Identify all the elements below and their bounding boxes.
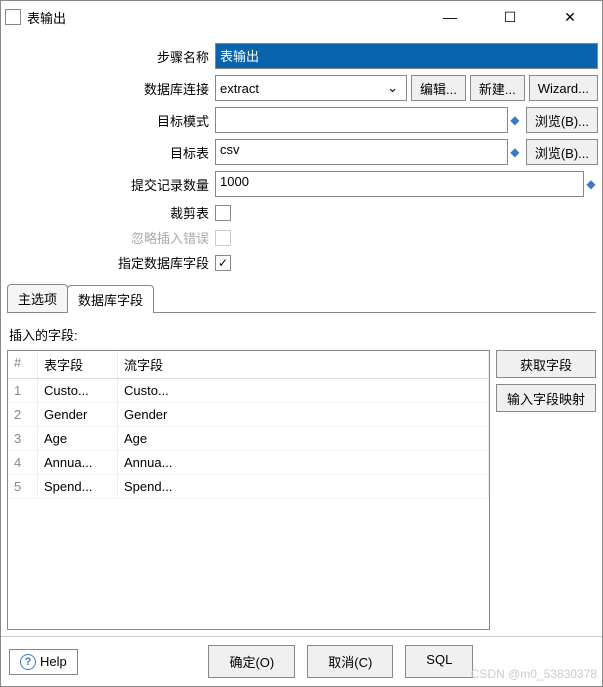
new-conn-button[interactable]: 新建... bbox=[470, 75, 525, 101]
wizard-button[interactable]: Wizard... bbox=[529, 75, 598, 101]
stream-field-cell[interactable]: Custo... bbox=[118, 379, 489, 402]
db-conn-value: extract bbox=[220, 81, 383, 96]
table-body: 1Custo...Custo...2GenderGender3AgeAge4An… bbox=[8, 379, 489, 499]
row-number: 2 bbox=[8, 403, 38, 426]
form-area: 步骤名称 表输出 数据库连接 extract ⌄ 编辑... 新建... Wiz… bbox=[1, 33, 602, 284]
col-table-field-header: 表字段 bbox=[38, 351, 118, 378]
target-table-input[interactable]: csv bbox=[215, 139, 508, 165]
col-stream-field-header: 流字段 bbox=[118, 351, 489, 378]
help-button[interactable]: ? Help bbox=[9, 649, 78, 675]
dialog-content: 步骤名称 表输出 数据库连接 extract ⌄ 编辑... 新建... Wiz… bbox=[1, 33, 602, 686]
tab-bar: 主选项 数据库字段 bbox=[7, 284, 596, 313]
dialog-footer: ? Help 确定(O) 取消(C) SQL bbox=[1, 636, 602, 686]
step-name-input[interactable]: 表输出 bbox=[215, 43, 598, 69]
truncate-checkbox[interactable] bbox=[215, 205, 231, 221]
cancel-button[interactable]: 取消(C) bbox=[307, 645, 393, 678]
row-number: 5 bbox=[8, 475, 38, 498]
help-label: Help bbox=[40, 654, 67, 669]
target-schema-input[interactable] bbox=[215, 107, 508, 133]
table-row[interactable]: 2GenderGender bbox=[8, 403, 489, 427]
db-conn-select[interactable]: extract ⌄ bbox=[215, 75, 407, 101]
browse-schema-button[interactable]: 浏览(B)... bbox=[526, 107, 598, 133]
variable-icon[interactable]: ◆ bbox=[508, 145, 522, 159]
step-name-value: 表输出 bbox=[220, 49, 259, 64]
enter-field-mapping-button[interactable]: 输入字段映射 bbox=[496, 384, 596, 412]
tab-panel-db-fields: 插入的字段: # 表字段 流字段 1Custo...Custo...2Gende… bbox=[7, 319, 596, 630]
window-title: 表输出 bbox=[27, 8, 432, 27]
edit-conn-button[interactable]: 编辑... bbox=[411, 75, 466, 101]
table-header: # 表字段 流字段 bbox=[8, 351, 489, 379]
table-field-cell[interactable]: Spend... bbox=[38, 475, 118, 498]
chevron-down-icon: ⌄ bbox=[383, 80, 402, 96]
table-field-cell[interactable]: Age bbox=[38, 427, 118, 450]
table-row[interactable]: 5Spend...Spend... bbox=[8, 475, 489, 499]
side-buttons: 获取字段 输入字段映射 bbox=[496, 350, 596, 630]
table-field-cell[interactable]: Gender bbox=[38, 403, 118, 426]
variable-icon[interactable]: ◆ bbox=[508, 113, 522, 127]
stream-field-cell[interactable]: Annua... bbox=[118, 451, 489, 474]
step-name-label: 步骤名称 bbox=[5, 47, 215, 66]
target-schema-label: 目标模式 bbox=[5, 111, 215, 130]
variable-icon[interactable]: ◆ bbox=[584, 177, 598, 191]
dialog-window: 表输出 — ☐ ✕ 步骤名称 表输出 数据库连接 extract ⌄ 编辑...… bbox=[0, 0, 603, 687]
db-conn-label: 数据库连接 bbox=[5, 79, 215, 98]
table-field-cell[interactable]: Custo... bbox=[38, 379, 118, 402]
help-icon: ? bbox=[20, 654, 36, 670]
truncate-label: 裁剪表 bbox=[5, 203, 215, 222]
close-button[interactable]: ✕ bbox=[552, 9, 588, 26]
ok-button[interactable]: 确定(O) bbox=[208, 645, 295, 678]
maximize-button[interactable]: ☐ bbox=[492, 9, 528, 26]
row-number: 3 bbox=[8, 427, 38, 450]
target-table-label: 目标表 bbox=[5, 143, 215, 162]
col-number-header: # bbox=[8, 351, 38, 378]
titlebar: 表输出 — ☐ ✕ bbox=[1, 1, 602, 33]
stream-field-cell[interactable]: Gender bbox=[118, 403, 489, 426]
row-number: 4 bbox=[8, 451, 38, 474]
tab-main-options[interactable]: 主选项 bbox=[7, 284, 68, 312]
commit-size-label: 提交记录数量 bbox=[5, 175, 215, 194]
table-field-cell[interactable]: Annua... bbox=[38, 451, 118, 474]
table-row[interactable]: 1Custo...Custo... bbox=[8, 379, 489, 403]
ignore-insert-error-label: 忽略插入错误 bbox=[5, 228, 215, 247]
fields-table[interactable]: # 表字段 流字段 1Custo...Custo...2GenderGender… bbox=[7, 350, 490, 630]
insert-fields-label: 插入的字段: bbox=[9, 325, 594, 344]
app-icon bbox=[5, 9, 21, 25]
stream-field-cell[interactable]: Spend... bbox=[118, 475, 489, 498]
row-number: 1 bbox=[8, 379, 38, 402]
table-row[interactable]: 4Annua...Annua... bbox=[8, 451, 489, 475]
minimize-button[interactable]: — bbox=[432, 9, 468, 26]
tab-db-fields[interactable]: 数据库字段 bbox=[67, 285, 154, 313]
get-fields-button[interactable]: 获取字段 bbox=[496, 350, 596, 378]
commit-size-input[interactable]: 1000 bbox=[215, 171, 584, 197]
sql-button[interactable]: SQL bbox=[405, 645, 473, 678]
ignore-insert-error-checkbox bbox=[215, 230, 231, 246]
window-controls: — ☐ ✕ bbox=[432, 9, 588, 26]
specify-fields-label: 指定数据库字段 bbox=[5, 253, 215, 272]
browse-table-button[interactable]: 浏览(B)... bbox=[526, 139, 598, 165]
specify-fields-checkbox[interactable]: ✓ bbox=[215, 255, 231, 271]
stream-field-cell[interactable]: Age bbox=[118, 427, 489, 450]
table-row[interactable]: 3AgeAge bbox=[8, 427, 489, 451]
